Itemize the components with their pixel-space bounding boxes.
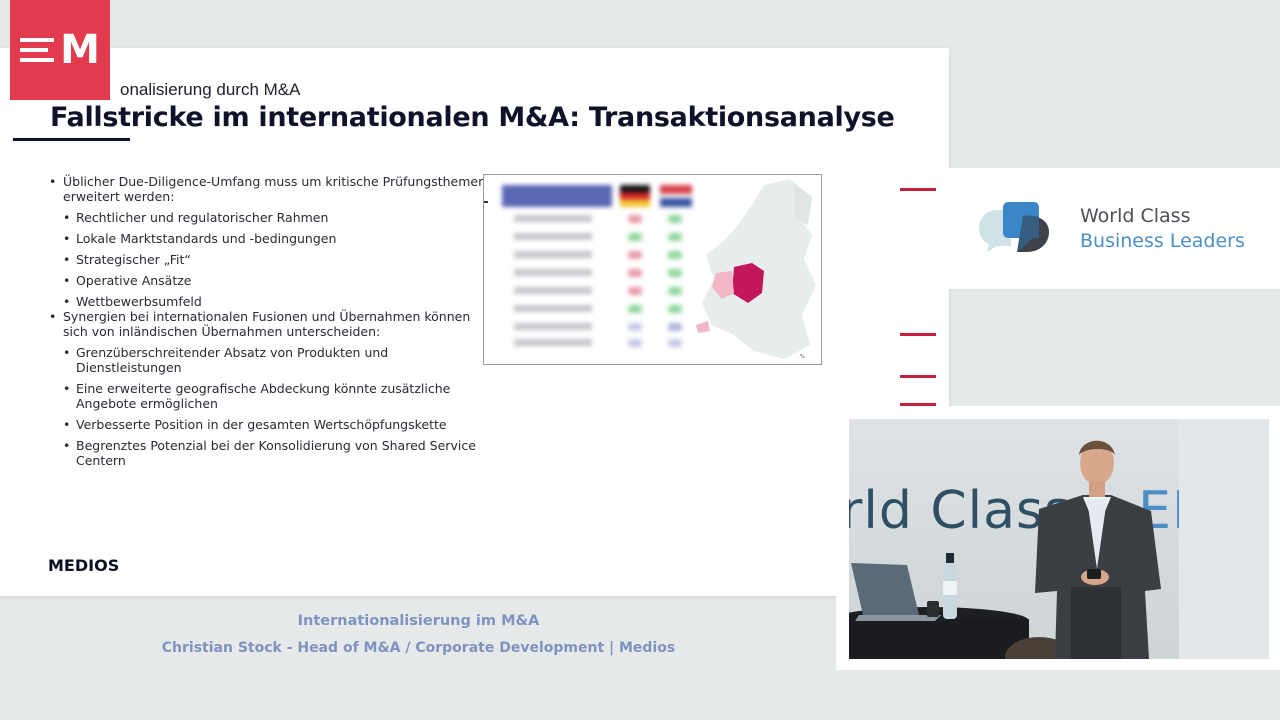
logo-letter: M: [60, 27, 100, 73]
speaker-caption: Christian Stock - Head of M&A / Corporat…: [161, 640, 676, 656]
list-item: Grenzüberschreitender Absatz von Produkt…: [48, 345, 488, 375]
speech-bubbles-logo-icon: [979, 202, 1049, 252]
list-item: Wettbewerbsumfeld: [48, 294, 488, 309]
speaker-video: rld ClassERIES: [849, 419, 1269, 659]
title-underline: [13, 138, 130, 141]
list-item: Lokale Marktstandards und -bedingungen: [48, 231, 488, 246]
presentation-slide: onalisierung durch M&A Fallstricke im in…: [0, 48, 949, 596]
talk-title: Internationalisierung im M&A: [297, 613, 540, 629]
accent-line: [900, 333, 936, 336]
slide-title: Fallstricke im internationalen M&A: Tran…: [50, 102, 895, 133]
list-item: Eine erweiterte geografische Abdeckung k…: [48, 381, 488, 411]
list-item: Verbesserte Position in der gesamten Wer…: [48, 417, 488, 432]
accent-line: [900, 375, 936, 378]
svg-text:%: %: [800, 354, 805, 360]
logo-bars-icon: [20, 38, 55, 62]
slide-footer-brand: MEDIOS: [48, 556, 120, 575]
blurred-table-map-figure: %: [483, 174, 822, 365]
list-item: Begrenztes Potenzial bei der Konsolidier…: [48, 438, 488, 468]
accent-line: [900, 188, 936, 191]
germany-flag-icon: [620, 185, 650, 207]
list-item: Operative Ansätze: [48, 273, 488, 288]
brand-line-2: Business Leaders: [1080, 230, 1245, 252]
speaker-scene: [849, 419, 1269, 659]
brand-line-1: World Class: [1080, 205, 1191, 227]
bullet-lead-2: Synergien bei internationalen Fusionen u…: [48, 309, 488, 339]
slide-kicker: onalisierung durch M&A: [120, 80, 301, 99]
bullet-lead-1: Üblicher Due-Diligence-Umfang muss um kr…: [48, 174, 488, 204]
medios-logo: M: [10, 0, 110, 100]
europe-map-icon: %: [696, 179, 816, 360]
uk-flag-icon: [660, 185, 692, 207]
list-item: Rechtlicher und regulatorischer Rahmen: [48, 210, 488, 225]
event-brand-card: World Class Business Leaders: [949, 168, 1280, 289]
list-item: Strategischer „Fit“: [48, 252, 488, 267]
bullet-list: Üblicher Due-Diligence-Umfang muss um kr…: [48, 174, 488, 468]
